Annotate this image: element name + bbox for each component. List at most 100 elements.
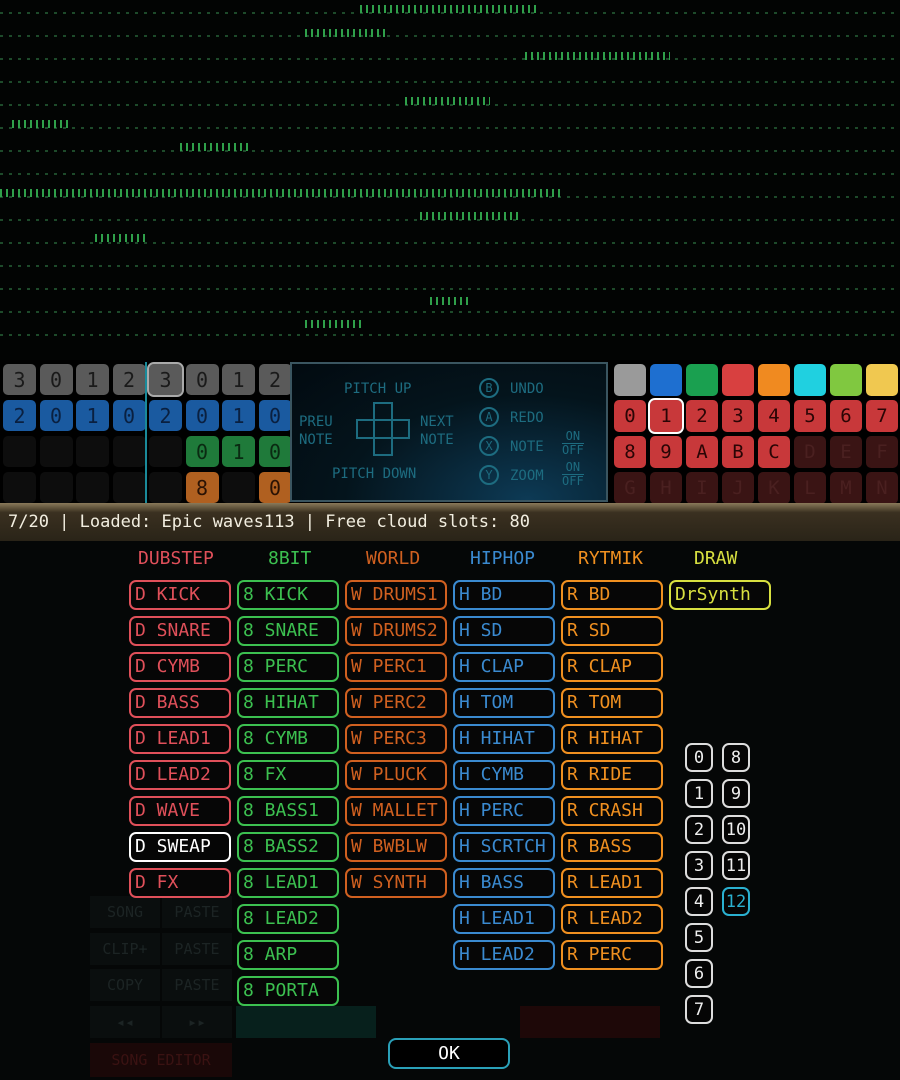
instrument-button[interactable]: D SNARE <box>129 616 231 646</box>
pattern-cell[interactable]: 1 <box>76 400 109 431</box>
instrument-button[interactable]: H CLAP <box>453 652 555 682</box>
number-button[interactable]: 5 <box>685 923 713 952</box>
pattern-cell[interactable]: 1 <box>76 364 109 395</box>
instrument-button[interactable]: 8 CYMB <box>237 724 339 754</box>
instrument-button[interactable]: W PLUCK <box>345 760 447 790</box>
pattern-cell[interactable]: 0 <box>185 364 219 395</box>
instrument-button[interactable]: R PERC <box>561 940 663 970</box>
pattern-slot[interactable]: E <box>830 436 862 468</box>
instrument-button[interactable]: D FX <box>129 868 231 898</box>
instrument-button[interactable]: W DRUMS2 <box>345 616 447 646</box>
pattern-cell[interactable]: 0 <box>39 400 73 431</box>
pattern-slot[interactable]: B <box>722 436 754 468</box>
pattern-cell[interactable] <box>112 436 146 467</box>
pattern-slot[interactable]: I <box>686 472 718 504</box>
number-button[interactable]: 2 <box>685 815 713 844</box>
instrument-button[interactable]: R BASS <box>561 832 663 862</box>
instrument-button[interactable]: H CYMB <box>453 760 555 790</box>
instrument-button[interactable]: H BD <box>453 580 555 610</box>
pattern-slot[interactable]: J <box>722 472 754 504</box>
number-button[interactable]: 11 <box>722 851 750 880</box>
pattern-cell[interactable]: 0 <box>39 364 73 395</box>
instrument-button[interactable]: H BASS <box>453 868 555 898</box>
instrument-button[interactable]: R LEAD2 <box>561 904 663 934</box>
instrument-button[interactable]: W DRUMS1 <box>345 580 447 610</box>
pattern-slot[interactable]: 2 <box>686 400 718 432</box>
color-swatch[interactable] <box>614 364 646 396</box>
number-button[interactable]: 6 <box>685 959 713 988</box>
pattern-cell[interactable]: 0 <box>185 400 219 431</box>
number-button[interactable]: 0 <box>685 743 713 772</box>
pattern-cell[interactable]: 3 <box>3 364 36 395</box>
instrument-button[interactable]: H SCRTCH <box>453 832 555 862</box>
number-button[interactable]: 3 <box>685 851 713 880</box>
pattern-cell[interactable]: 0 <box>258 472 292 503</box>
instrument-button[interactable]: D BASS <box>129 688 231 718</box>
instrument-button[interactable]: W PERC2 <box>345 688 447 718</box>
instrument-button[interactable]: D KICK <box>129 580 231 610</box>
instrument-button[interactable]: W SYNTH <box>345 868 447 898</box>
instrument-button[interactable]: DrSynth <box>669 580 771 610</box>
instrument-button[interactable]: 8 PERC <box>237 652 339 682</box>
pattern-cell[interactable]: 1 <box>222 364 255 395</box>
instrument-button[interactable]: 8 LEAD1 <box>237 868 339 898</box>
pattern-slot[interactable]: 7 <box>866 400 898 432</box>
pattern-cell[interactable] <box>112 472 146 503</box>
number-button[interactable]: 1 <box>685 779 713 808</box>
pattern-slot[interactable]: L <box>794 472 826 504</box>
pattern-slot[interactable]: 1 <box>648 398 684 434</box>
instrument-button[interactable]: W PERC3 <box>345 724 447 754</box>
pattern-slot[interactable]: 9 <box>650 436 682 468</box>
instrument-button[interactable]: D WAVE <box>129 796 231 826</box>
pattern-cell[interactable]: 8 <box>185 472 219 503</box>
instrument-button[interactable]: H TOM <box>453 688 555 718</box>
pattern-slot[interactable]: 5 <box>794 400 826 432</box>
pattern-cell[interactable]: 2 <box>3 400 36 431</box>
pattern-slot[interactable]: D <box>794 436 826 468</box>
pattern-slot[interactable]: A <box>686 436 718 468</box>
pattern-cell[interactable] <box>39 436 73 467</box>
instrument-button[interactable]: R TOM <box>561 688 663 718</box>
color-swatch[interactable] <box>650 364 682 396</box>
pattern-slot[interactable]: K <box>758 472 790 504</box>
pattern-cell[interactable] <box>149 472 182 503</box>
pattern-cell[interactable]: 2 <box>149 400 182 431</box>
instrument-button[interactable]: W MALLET <box>345 796 447 826</box>
instrument-button[interactable]: D LEAD1 <box>129 724 231 754</box>
instrument-button[interactable]: D LEAD2 <box>129 760 231 790</box>
pattern-slot[interactable]: 8 <box>614 436 646 468</box>
number-button[interactable]: 10 <box>722 815 750 844</box>
instrument-button[interactable]: 8 HIHAT <box>237 688 339 718</box>
instrument-button[interactable]: 8 FX <box>237 760 339 790</box>
instrument-button[interactable]: 8 ARP <box>237 940 339 970</box>
pattern-slot[interactable]: G <box>614 472 646 504</box>
pattern-cell[interactable]: 0 <box>258 436 292 467</box>
pattern-slot[interactable]: M <box>830 472 862 504</box>
pattern-slot[interactable]: 6 <box>830 400 862 432</box>
pattern-cell[interactable]: 1 <box>222 436 255 467</box>
pattern-cell[interactable]: 0 <box>185 436 219 467</box>
pattern-slot[interactable]: 4 <box>758 400 790 432</box>
pattern-cell[interactable]: 1 <box>222 400 255 431</box>
pattern-slot[interactable]: C <box>758 436 790 468</box>
color-swatch[interactable] <box>866 364 898 396</box>
pattern-cell[interactable] <box>149 436 182 467</box>
pattern-cell[interactable] <box>76 436 109 467</box>
color-swatch[interactable] <box>758 364 790 396</box>
instrument-button[interactable]: R BD <box>561 580 663 610</box>
pattern-cell[interactable] <box>76 472 109 503</box>
pattern-cell[interactable]: 0 <box>112 400 146 431</box>
color-swatch[interactable] <box>722 364 754 396</box>
instrument-button[interactable]: R LEAD1 <box>561 868 663 898</box>
instrument-button[interactable]: H PERC <box>453 796 555 826</box>
pattern-slot[interactable]: 0 <box>614 400 646 432</box>
instrument-button[interactable]: D SWEAP <box>129 832 231 862</box>
pattern-cell[interactable]: 2 <box>258 364 292 395</box>
instrument-button[interactable]: R SD <box>561 616 663 646</box>
pattern-slot[interactable]: H <box>650 472 682 504</box>
color-swatch[interactable] <box>794 364 826 396</box>
pattern-cell[interactable]: 3 <box>147 362 184 397</box>
pattern-cell[interactable] <box>39 472 73 503</box>
color-swatch[interactable] <box>830 364 862 396</box>
number-button[interactable]: 7 <box>685 995 713 1024</box>
